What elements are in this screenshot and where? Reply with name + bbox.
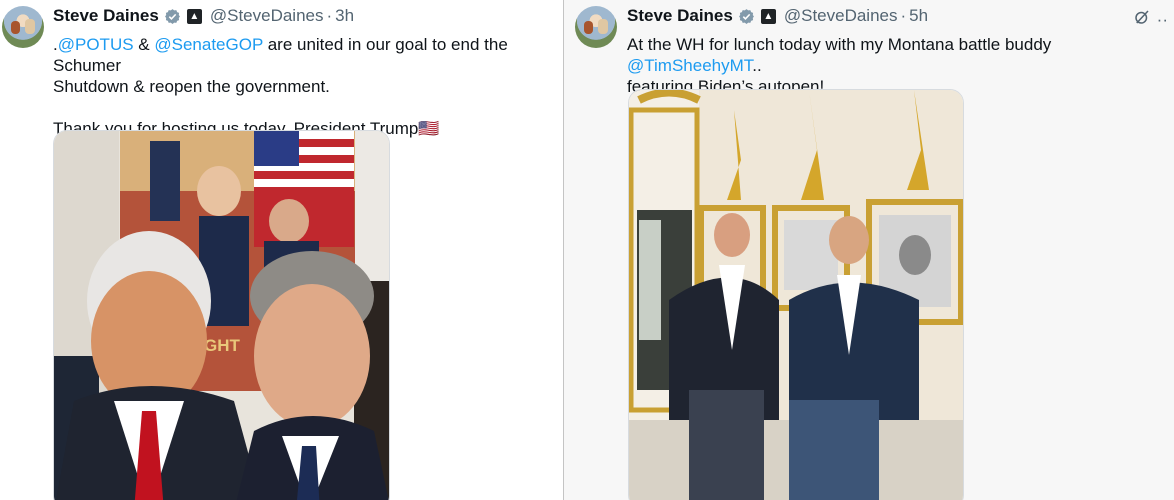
grok-icon[interactable] — [1133, 8, 1151, 31]
government-badge-icon: ▲ — [760, 8, 776, 24]
verified-badge-icon — [738, 8, 755, 25]
text-ellipsis: .. — [752, 56, 762, 75]
tweet-header: Steve Daines ▲ @SteveDaines · 3h — [53, 6, 354, 26]
mention-potus[interactable]: @POTUS — [58, 35, 134, 54]
tweet-header: Steve Daines ▲ @SteveDaines · 5h — [627, 6, 928, 26]
painting-text: GHT — [204, 336, 241, 355]
tweet-text: .@POTUS & @SenateGOP are united in our g… — [53, 34, 563, 139]
more-options-icon[interactable]: ·· — [1157, 10, 1168, 30]
mention-senategop[interactable]: @SenateGOP — [154, 35, 263, 54]
photo-white-house — [629, 90, 963, 500]
government-badge-icon: ▲ — [186, 8, 202, 24]
text-amp: & — [133, 35, 155, 54]
us-flag-icon: 🇺🇸 — [418, 119, 440, 138]
author-handle[interactable]: @SteveDaines — [210, 6, 324, 26]
author-handle[interactable]: @SteveDaines — [784, 6, 898, 26]
mention-timsheehymt[interactable]: @TimSheehyMT — [627, 56, 752, 75]
photo-selfie: GHT — [54, 131, 389, 500]
separator: · — [326, 6, 333, 25]
separator: · — [900, 6, 907, 25]
tweet-photo[interactable] — [628, 89, 964, 500]
tweet-right: Steve Daines ▲ @SteveDaines · 5h ·· At t… — [563, 0, 1174, 500]
tweet-actions-top: ·· — [1133, 8, 1168, 31]
author-name[interactable]: Steve Daines — [627, 6, 733, 26]
tweet-text: At the WH for lunch today with my Montan… — [627, 34, 1174, 97]
verified-badge-icon — [164, 8, 181, 25]
text-line2: Shutdown & reopen the government. — [53, 77, 330, 96]
tweet-photo[interactable]: GHT — [53, 130, 390, 500]
avatar[interactable] — [2, 6, 44, 48]
avatar[interactable] — [575, 6, 617, 48]
text-line1: At the WH for lunch today with my Montan… — [627, 35, 1056, 54]
tweet-left: Steve Daines ▲ @SteveDaines · 3h .@POTUS… — [0, 0, 563, 500]
timestamp[interactable]: 3h — [335, 6, 354, 26]
author-name[interactable]: Steve Daines — [53, 6, 159, 26]
timestamp[interactable]: 5h — [909, 6, 928, 26]
